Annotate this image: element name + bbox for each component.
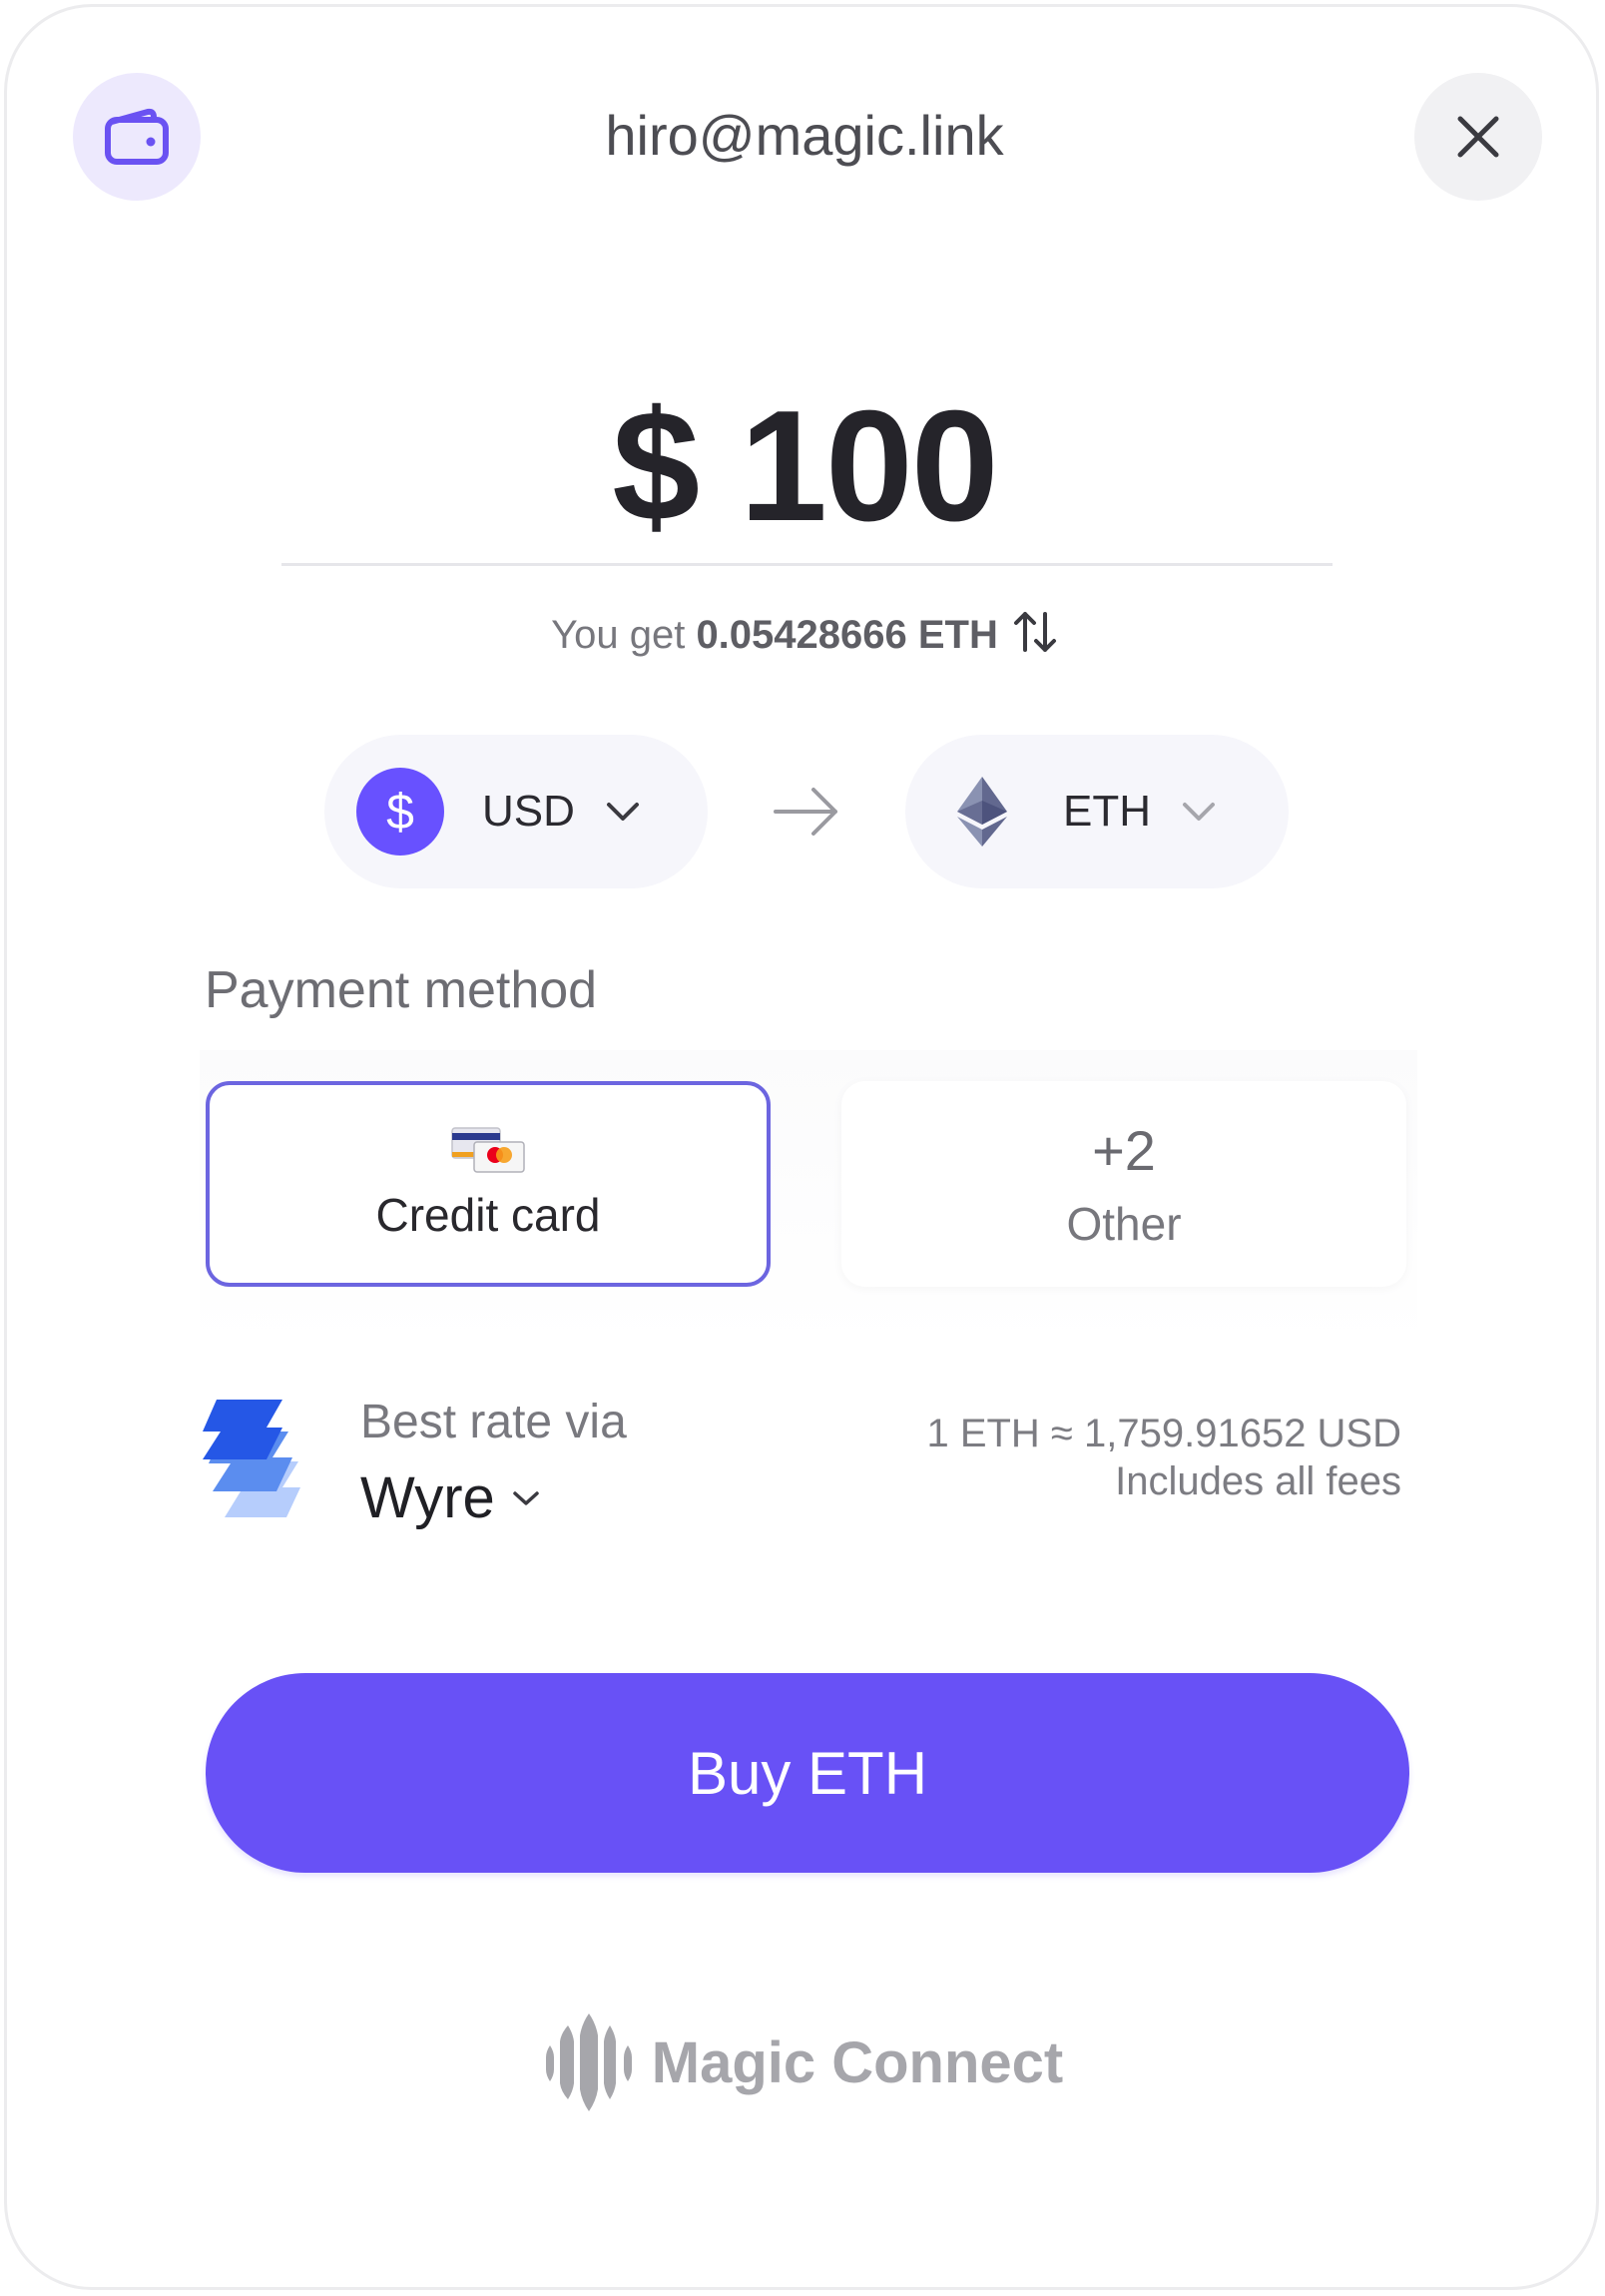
rate-info: 1 ETH ≈ 1,759.91652 USD Includes all fee…	[926, 1410, 1401, 1505]
fees-note: Includes all fees	[1115, 1459, 1401, 1503]
best-rate-label: Best rate via	[360, 1396, 627, 1448]
to-currency-label: ETH	[1063, 787, 1151, 836]
dollar-icon: $	[356, 768, 444, 856]
payment-option-other[interactable]: +2 Other	[841, 1081, 1406, 1287]
amount-underline	[281, 563, 1333, 566]
from-currency-label: USD	[482, 787, 575, 836]
chevron-down-icon	[606, 803, 639, 821]
close-icon	[1457, 116, 1499, 158]
you-get-prefix: You get	[551, 613, 686, 657]
footer-brand-text: Magic Connect	[651, 2029, 1064, 2095]
you-get-value: 0.05428666 ETH	[696, 613, 998, 657]
conversion-rate: 1 ETH ≈ 1,759.91652 USD	[926, 1412, 1401, 1455]
credit-card-icon	[451, 1127, 525, 1173]
wyre-logo-icon	[203, 1400, 300, 1517]
swap-icon[interactable]	[1012, 610, 1058, 664]
amount-value[interactable]: $ 100	[7, 376, 1602, 557]
magic-logo-icon	[545, 2013, 632, 2111]
other-label: Other	[1066, 1197, 1182, 1250]
close-button[interactable]	[1414, 73, 1542, 201]
footer-branding: Magic Connect	[7, 2013, 1602, 2111]
modal-frame: hiro@magic.link $ 100 You get 0.05428666…	[4, 4, 1599, 2290]
buy-eth-button[interactable]: Buy ETH	[206, 1673, 1409, 1873]
you-get-text: You get 0.05428666 ETH	[7, 610, 1602, 664]
chevron-down-icon	[513, 1490, 539, 1505]
arrow-right-icon	[774, 788, 837, 836]
payment-option-credit-card[interactable]: Credit card	[206, 1081, 771, 1287]
credit-card-label: Credit card	[375, 1189, 601, 1241]
payment-method-label: Payment method	[205, 961, 598, 1019]
ethereum-icon	[957, 777, 1007, 847]
account-email: hiro@magic.link	[605, 104, 1004, 167]
provider-name: Wyre	[360, 1465, 495, 1530]
other-count: +2	[1092, 1118, 1156, 1182]
chevron-down-icon	[1183, 803, 1215, 821]
provider-select[interactable]: Wyre	[360, 1464, 541, 1531]
to-currency-select[interactable]: ETH	[905, 735, 1289, 888]
from-currency-select[interactable]: $ USD	[324, 735, 708, 888]
